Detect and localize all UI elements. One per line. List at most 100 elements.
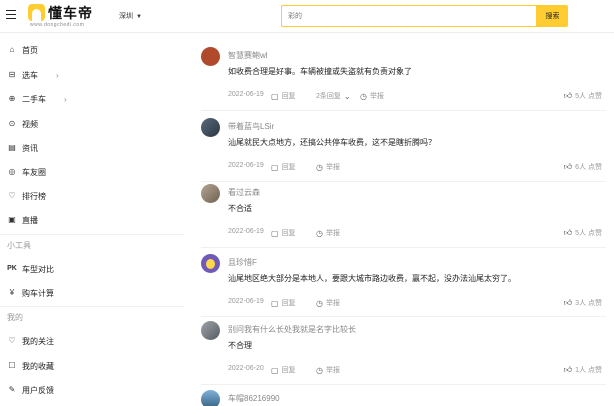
chevron-right-icon: › (56, 70, 59, 80)
sidebar-item-feedback[interactable]: ✎ 用户反馈 (0, 380, 184, 400)
avatar[interactable] (201, 390, 220, 406)
reply-button[interactable]: ▢ 回复 (271, 365, 296, 375)
report-label: 举报 (325, 300, 340, 307)
comment-text: 汕尾就民大点地方，还搞公共停车收费，这不是瞎折腾吗？ (228, 138, 436, 147)
comment-username[interactable]: 且珍惜F (228, 257, 257, 268)
reply-label: 回复 (281, 300, 296, 307)
favorite-icon: ☐ (8, 361, 16, 370)
avatar[interactable] (201, 254, 220, 273)
avatar[interactable] (201, 47, 220, 66)
report-label: 举报 (325, 230, 340, 237)
ranking-icon: ♡ (8, 191, 16, 200)
mine-section-title: 我的 (7, 313, 23, 322)
comment-username[interactable]: 看过云森 (228, 187, 260, 198)
report-button[interactable]: ◷ 举报 (316, 228, 340, 238)
sidebar-item-community[interactable]: ◎ 车友圈 (0, 162, 184, 182)
sidebar-item-label: 购车计算 (22, 288, 54, 298)
like-button[interactable]: 👍︎ 1人 点赞 (564, 365, 602, 375)
follow-icon: ♡ (8, 336, 16, 345)
menu-icon[interactable] (6, 10, 16, 19)
city-label: 深圳 (119, 13, 133, 20)
report-label: 举报 (369, 93, 384, 100)
reply-button[interactable]: ▢ 回复 (271, 91, 296, 101)
sidebar-item-follow[interactable]: ♡ 我的关注 (0, 331, 184, 351)
comment-username[interactable]: 带着蓝鸟LSir (228, 121, 274, 132)
reply-button[interactable]: ▢ 回复 (271, 298, 296, 308)
avatar[interactable] (201, 321, 220, 340)
comment-date: 2022-06-19 (228, 162, 264, 169)
report-label: 举报 (325, 164, 340, 171)
reply-button[interactable]: ▢ 回复 (271, 228, 296, 238)
calculator-icon: ¥ (9, 288, 15, 297)
report-button[interactable]: ◷ 举报 (316, 298, 340, 308)
comment-text: 不合理 (228, 341, 252, 350)
sidebar-item-label: 首页 (22, 45, 38, 55)
like-button[interactable]: 👍︎ 5人 点赞 (564, 91, 602, 101)
comment-username[interactable]: 智慧赛鲍wl (228, 50, 268, 61)
sidebar-item-label: 二手车 (22, 94, 46, 104)
avatar[interactable] (201, 184, 220, 203)
avatar-figure (206, 259, 215, 269)
sidebar-item-live[interactable]: ▣ 直播 (0, 210, 184, 230)
comment-text: 如收费合理是好事。车辆被撞或失盗就有负责对象了 (228, 67, 412, 76)
sidebar-item-news[interactable]: ▤ 资讯 (0, 138, 184, 158)
sidebar-item-favorites[interactable]: ☐ 我的收藏 (0, 356, 184, 376)
like-count: 5人 点赞 (575, 93, 602, 100)
live-icon: ▣ (8, 215, 16, 224)
comment-meta: 2022-06-19 ▢ 回复 ◷ 举报 👍︎ 6人 点赞 (228, 162, 608, 174)
thumbs-up-icon: 👍︎ (563, 162, 573, 171)
thumbs-up-icon: 👍︎ (563, 365, 573, 374)
sidebar-item-select-car[interactable]: ⊟ 选车 › (0, 65, 184, 85)
reply-label: 回复 (281, 230, 296, 237)
sidebar-item-label: 我的收藏 (22, 361, 54, 371)
sidebar-item-label: 车友圈 (22, 167, 46, 177)
sidebar-divider (0, 306, 184, 307)
chevron-right-icon: › (64, 94, 67, 104)
report-button[interactable]: ◷ 举报 (360, 91, 384, 101)
logo-text: 懂车帝 (48, 5, 93, 21)
view-replies-button[interactable]: 2条回复 ⌄ (316, 91, 351, 101)
used-car-icon: ⊕ (8, 94, 16, 103)
sidebar-item-ranking[interactable]: ♡ 排行榜 (0, 186, 184, 206)
report-button[interactable]: ◷ 举报 (316, 162, 340, 172)
sidebar-item-label: 排行榜 (22, 191, 46, 201)
community-icon: ◎ (8, 167, 16, 176)
like-button[interactable]: 👍︎ 6人 点赞 (564, 162, 602, 172)
compare-icon: PK (7, 265, 17, 272)
like-button[interactable]: 👍︎ 5人 点赞 (564, 228, 602, 238)
sidebar-item-used-car[interactable]: ⊕ 二手车 › (0, 89, 184, 109)
comment-date: 2022-06-20 (228, 365, 264, 372)
comment-text: 不合适 (228, 204, 252, 213)
reply-button[interactable]: ▢ 回复 (271, 162, 296, 172)
top-header: 懂车帝 www.dongchedi.com 深圳▼ 搜索 (0, 0, 614, 33)
report-icon: ◷ (316, 365, 323, 375)
comment-meta: 2022-06-19 ▢ 回复 ◷ 举报 👍︎ 3人 点赞 (228, 298, 608, 310)
search-input[interactable] (281, 5, 537, 27)
comment-divider (201, 316, 606, 317)
comment-date: 2022-06-19 (228, 91, 264, 98)
like-button[interactable]: 👍︎ 3人 点赞 (564, 298, 602, 308)
car-select-icon: ⊟ (8, 70, 16, 79)
logo-mark-icon (28, 4, 45, 21)
search-button[interactable]: 搜索 (537, 5, 568, 27)
sidebar-divider (0, 234, 184, 235)
thumbs-up-icon: 👍︎ (563, 298, 573, 307)
sidebar-item-video[interactable]: ⊙ 视频 (0, 114, 184, 134)
city-selector[interactable]: 深圳 ▼ (119, 11, 142, 21)
comment-username[interactable]: 车帽86216990 (228, 393, 280, 404)
reply-icon: ▢ (271, 228, 279, 238)
avatar[interactable] (201, 118, 220, 137)
sidebar-item-compare[interactable]: PK 车型对比 (0, 259, 184, 279)
replies-count: 2条回复 (316, 93, 341, 100)
sidebar-item-home[interactable]: ⌂ 首页 (0, 40, 184, 60)
comment-date: 2022-06-19 (228, 228, 264, 235)
sidebar-item-calculator[interactable]: ¥ 购车计算 (0, 283, 184, 303)
comment-meta: 2022-06-20 ▢ 回复 ◷ 举报 👍︎ 1人 点赞 (228, 365, 608, 377)
tools-section-title: 小工具 (7, 241, 31, 250)
reply-icon: ▢ (271, 162, 279, 172)
reply-label: 回复 (281, 164, 296, 171)
comment-meta: 2022-06-19 ▢ 回复 2条回复 ⌄ ◷ 举报 👍︎ 5人 点赞 (228, 91, 608, 103)
logo-subtitle: www.dongchedi.com (30, 22, 85, 28)
report-button[interactable]: ◷ 举报 (316, 365, 340, 375)
comment-username[interactable]: 别问我有什么长处我就是名字比较长 (228, 324, 356, 335)
